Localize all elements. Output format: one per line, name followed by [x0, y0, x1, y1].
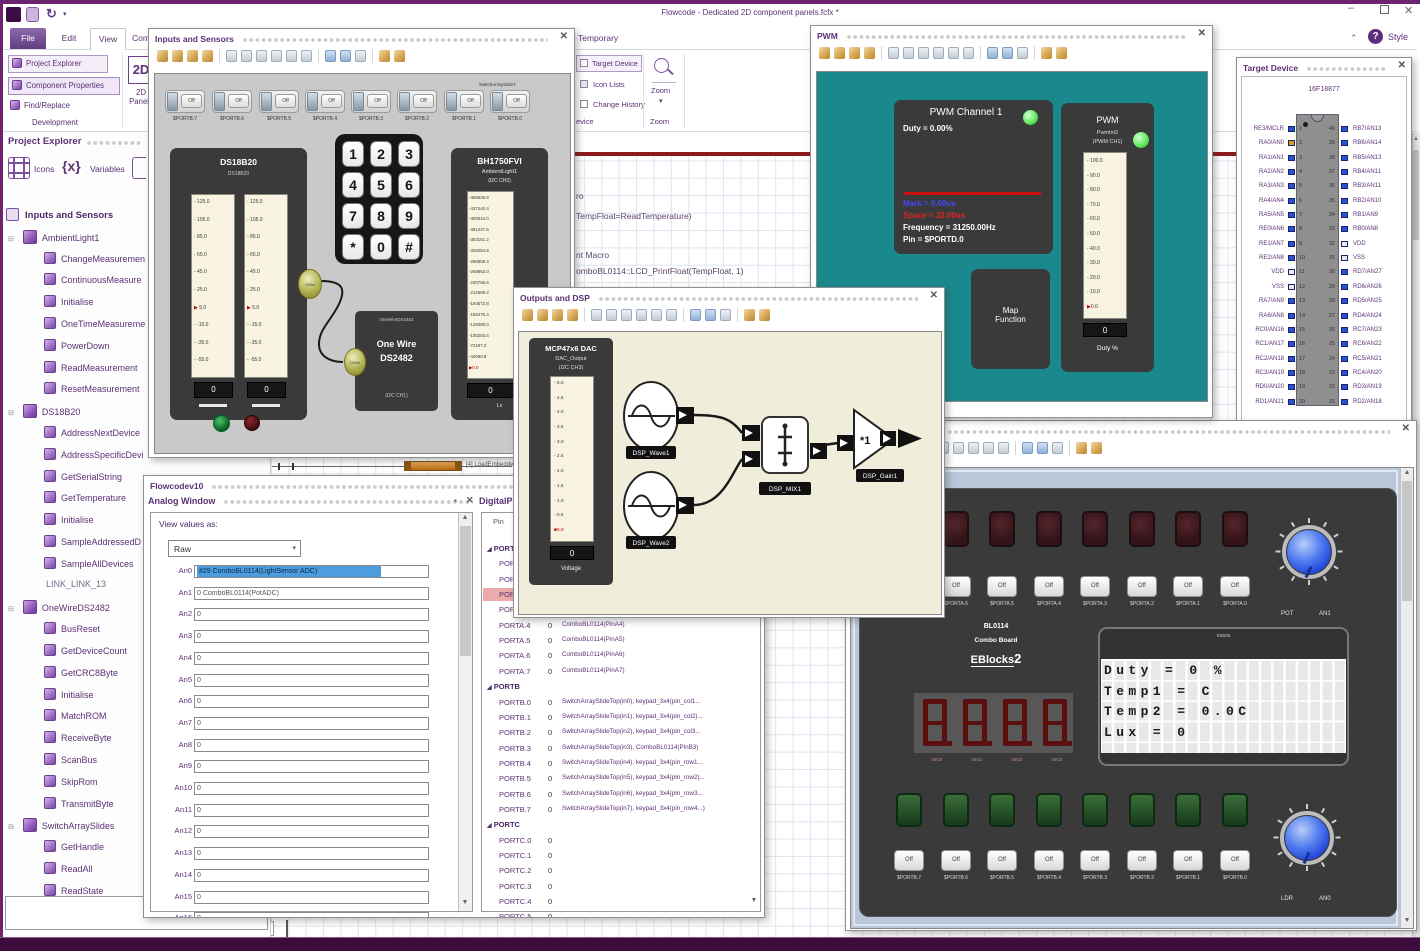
svg-text:DSP_Wave2: DSP_Wave2	[633, 540, 670, 547]
svg-text:DSP_MIX1: DSP_MIX1	[769, 486, 802, 493]
svg-text:*1: *1	[860, 435, 870, 447]
svg-text:DSP_Wave1: DSP_Wave1	[633, 450, 670, 457]
svg-text:DSP_Gain1: DSP_Gain1	[863, 473, 898, 480]
